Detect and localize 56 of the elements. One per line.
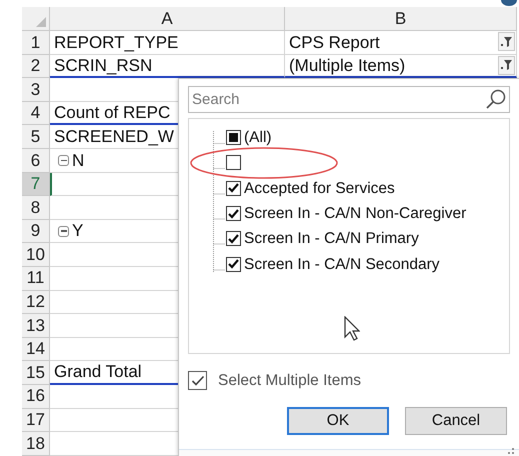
search-icon [485, 88, 507, 110]
row-header[interactable]: 16 [22, 384, 50, 408]
filter-icon [501, 60, 512, 70]
filter-button[interactable] [498, 56, 515, 75]
table-cell-text: (Multiple Items) [289, 54, 406, 77]
row-header[interactable]: 14 [22, 338, 50, 362]
check-icon [228, 208, 239, 219]
row-header[interactable]: 15 [22, 361, 50, 385]
row-header[interactable]: 8 [22, 196, 50, 220]
dialog-button[interactable]: OK [287, 407, 389, 435]
search-field[interactable]: Search [188, 86, 510, 113]
row-header[interactable]: 12 [22, 290, 50, 314]
row-header[interactable]: 18 [22, 432, 50, 456]
row-header[interactable]: 1 [22, 31, 50, 55]
corner-triangle-icon [36, 17, 46, 27]
row-header[interactable]: 5 [22, 125, 50, 149]
row-header[interactable]: 9 [22, 220, 50, 244]
check-icon [228, 183, 239, 194]
list-item[interactable]: Screen In - CA/N Non-Caregiver [244, 202, 466, 226]
list-item[interactable]: (All) [244, 126, 272, 150]
check-icon [228, 234, 239, 244]
row-header[interactable]: 7 [22, 172, 50, 196]
collapse-icon[interactable] [58, 226, 69, 237]
checkbox[interactable] [188, 371, 207, 390]
row-header[interactable]: 4 [22, 102, 50, 126]
filter-icon [501, 36, 512, 46]
check-icon [190, 374, 204, 387]
list-item[interactable]: Screen In - CA/N Secondary [244, 252, 440, 276]
row-header[interactable]: 10 [22, 243, 50, 267]
resize-grip-icon[interactable] [507, 447, 515, 455]
row-header[interactable]: 17 [22, 408, 50, 432]
cell-text: N [72, 150, 84, 172]
row-header[interactable]: 3 [22, 78, 50, 102]
collapse-icon[interactable] [58, 154, 69, 166]
filter-button[interactable] [498, 32, 515, 51]
check-icon [228, 259, 239, 270]
checkbox[interactable] [226, 180, 241, 196]
dialog-button[interactable]: Cancel [405, 407, 507, 435]
row-header[interactable]: 11 [22, 266, 50, 291]
table-cell: REPORT_TYPE [50, 31, 285, 55]
list-item[interactable]: Screen In - CA/N Primary [244, 227, 419, 250]
checkbox[interactable] [226, 130, 241, 146]
checkbox[interactable] [226, 231, 241, 246]
table-cell-text: CPS Report [289, 32, 380, 54]
column-header[interactable]: A [50, 7, 285, 31]
list-item[interactable]: Accepted for Services [244, 176, 395, 200]
row-header[interactable]: 6 [22, 148, 50, 173]
logo-icon [500, 0, 518, 6]
row-header[interactable]: 13 [22, 314, 50, 338]
cursor-icon [344, 316, 360, 342]
checkbox[interactable] [226, 206, 241, 222]
checkbox[interactable] [226, 155, 241, 170]
checkbox[interactable] [226, 256, 241, 272]
cell-text: Y [72, 220, 84, 242]
row-header[interactable]: 2 [22, 54, 50, 78]
column-header[interactable]: B [285, 7, 517, 31]
